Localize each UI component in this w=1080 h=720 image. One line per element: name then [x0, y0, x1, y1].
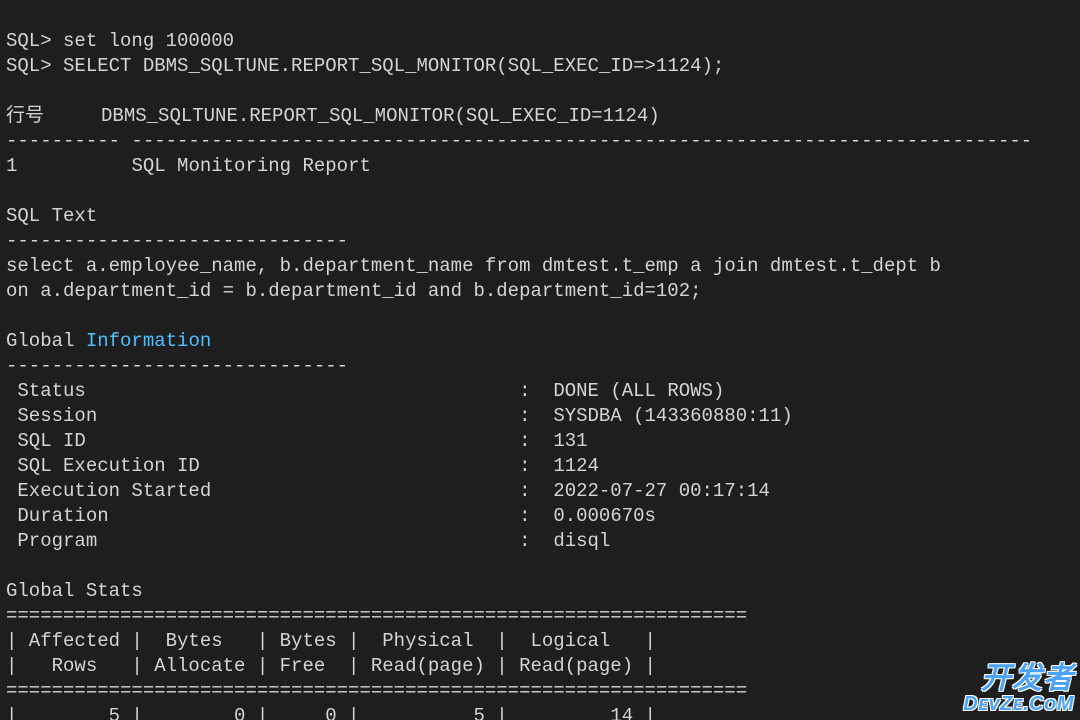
info-execid-value: 1124 [553, 455, 599, 477]
stats-border-mid: ========================================… [6, 680, 747, 702]
global-stats-title: Global Stats [6, 580, 143, 602]
info-colon: : [496, 430, 553, 452]
info-program-value: disql [553, 530, 610, 552]
info-colon: : [496, 505, 553, 527]
command-2: SELECT DBMS_SQLTUNE.REPORT_SQL_MONITOR(S… [63, 55, 724, 77]
info-session-value: SYSDBA (143360880:11) [553, 405, 792, 427]
sql-text-line1: select a.employee_name, b.department_nam… [6, 255, 941, 277]
info-colon: : [496, 380, 553, 402]
stats-border-top: ========================================… [6, 605, 747, 627]
sql-prompt: SQL> [6, 55, 63, 77]
sql-prompt: SQL> [6, 30, 63, 52]
global-info-separator: ------------------------------ [6, 355, 348, 377]
global-info-title-word: Information [86, 330, 211, 352]
info-status-value: DONE (ALL ROWS) [553, 380, 724, 402]
sql-text-title: SQL Text [6, 205, 97, 227]
info-colon: : [496, 455, 553, 477]
result-row-value: SQL Monitoring Report [131, 155, 370, 177]
terminal-output: SQL> set long 100000 SQL> SELECT DBMS_SQ… [0, 0, 1080, 720]
info-started-value: 2022-07-27 00:17:14 [553, 480, 770, 502]
global-info-title-prefix: Global [6, 330, 86, 352]
info-duration-label: Duration [6, 505, 109, 527]
stats-header-row1: | Affected | Bytes | Bytes | Physical | … [6, 630, 656, 652]
result-row-number: 1 [6, 155, 17, 177]
info-colon: : [496, 405, 553, 427]
sql-text-separator: ------------------------------ [6, 230, 348, 252]
info-status-label: Status [6, 380, 86, 402]
result-header-column: DBMS_SQLTUNE.REPORT_SQL_MONITOR(SQL_EXEC… [101, 105, 660, 127]
info-session-label: Session [6, 405, 97, 427]
info-duration-value: 0.000670s [553, 505, 656, 527]
result-header-separator: ---------- -----------------------------… [6, 130, 1032, 152]
info-execid-label: SQL Execution ID [6, 455, 200, 477]
info-sqlid-label: SQL ID [6, 430, 86, 452]
info-colon: : [496, 530, 553, 552]
stats-header-row2: | Rows | Allocate | Free | Read(page) | … [6, 655, 656, 677]
info-sqlid-value: 131 [553, 430, 587, 452]
info-program-label: Program [6, 530, 97, 552]
sql-text-line2: on a.department_id = b.department_id and… [6, 280, 702, 302]
result-header-rownum-label: 行号 [6, 105, 44, 127]
command-1: set long 100000 [63, 30, 234, 52]
stats-data-row: | 5 | 0 | 0 | 5 | 14 | [6, 705, 656, 720]
info-started-label: Execution Started [6, 480, 211, 502]
info-colon: : [496, 480, 553, 502]
